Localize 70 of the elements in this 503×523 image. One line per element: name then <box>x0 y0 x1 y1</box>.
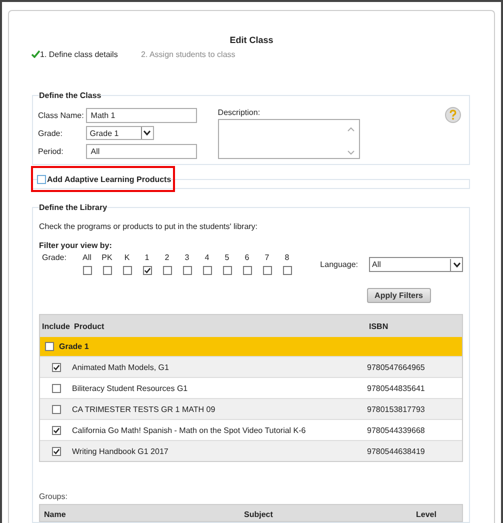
language-dropdown[interactable]: All <box>369 257 463 272</box>
apply-filters-button[interactable]: Apply Filters <box>366 288 431 303</box>
column-header: ISBN <box>368 322 390 330</box>
grade-label: All <box>82 253 92 262</box>
checkbox[interactable] <box>162 266 172 275</box>
table-cell-text: CA TRIMESTER TESTS GR 1 MATH 09 <box>72 404 216 414</box>
table-cell-text: Writing Handbook G1 2017 <box>72 446 170 456</box>
dialog-title: Edit Class <box>230 35 274 45</box>
wizard-step: 2. Assign students to class <box>141 50 236 58</box>
checkbox[interactable] <box>102 266 112 275</box>
checkbox[interactable] <box>45 342 54 351</box>
column-header: Level <box>416 510 438 521</box>
wizard-step: 1. Define class details <box>40 50 118 58</box>
table-cell-text: Biliteracy Student Resources G1 <box>72 384 189 392</box>
field-label: Groups: <box>39 492 68 501</box>
checkbox[interactable] <box>222 266 232 275</box>
grade-label: PK <box>102 253 112 262</box>
grade-label: 4 <box>204 253 210 262</box>
table-cell-text: 9780547664965 <box>367 362 426 372</box>
grade-label: 8 <box>284 253 290 262</box>
grade-dropdown[interactable]: Grade 1 <box>86 126 154 140</box>
field-label: Language: <box>320 260 358 269</box>
instruction-text: Check the programs or products to put in the students' library: <box>39 222 259 231</box>
checkbox[interactable] <box>52 446 60 456</box>
caret-icon <box>450 258 462 270</box>
checkbox[interactable] <box>202 266 212 275</box>
checkbox[interactable] <box>52 384 60 392</box>
caret-icon <box>140 127 153 140</box>
grade-label: 5 <box>224 253 230 262</box>
grade-label: 6 <box>244 253 250 262</box>
group-label: Grade 1 <box>59 342 89 351</box>
column-header: Subject <box>244 510 274 521</box>
table-cell-text: California Go Math! Spanish - Math on the Spot Video Tutorial K-6 <box>72 426 307 434</box>
checkbox[interactable] <box>52 362 60 372</box>
grade-label: 7 <box>264 253 270 262</box>
grade-label: 1 <box>144 253 150 262</box>
column-header: Name <box>44 510 67 521</box>
field-label: Grade: <box>41 253 68 262</box>
scrollbar-arrows-icon <box>346 126 355 156</box>
checkbox[interactable] <box>52 426 60 434</box>
checkbox[interactable] <box>262 266 272 275</box>
checkbox[interactable] <box>82 266 92 275</box>
checkbox[interactable] <box>282 266 292 275</box>
description-field[interactable] <box>218 119 360 159</box>
grade-label: K <box>124 253 130 262</box>
checkbox[interactable] <box>142 266 152 275</box>
column-header: Product <box>73 322 106 330</box>
section-title: Define the Library <box>39 203 108 212</box>
checkbox[interactable] <box>242 266 252 275</box>
field-label: Period: <box>38 146 64 156</box>
input-field[interactable]: Math 1 <box>86 108 197 124</box>
input-field[interactable]: All <box>86 144 197 159</box>
table-cell-text: 9780544835641 <box>367 384 426 392</box>
field-label: Class Name: <box>38 111 84 120</box>
grade-label: 3 <box>184 253 190 262</box>
table-cell-text: 9780544339668 <box>367 426 426 434</box>
filter-title: Filter your view by: <box>39 241 113 250</box>
section-title: Add Adaptive Learning Products <box>47 175 172 184</box>
grade-label: 2 <box>164 253 170 262</box>
table-cell-text: 9780544638419 <box>367 446 426 456</box>
checkbox[interactable] <box>122 266 132 275</box>
checkbox[interactable] <box>37 175 46 184</box>
table-cell-text: Animated Math Models, G1 <box>72 362 170 372</box>
column-header: Include <box>41 322 72 330</box>
field-label: Grade: <box>38 128 64 138</box>
table-cell-text: 9780153817793 <box>367 404 426 414</box>
checkbox[interactable] <box>182 266 192 275</box>
field-label: Description: <box>218 108 262 117</box>
checkbox[interactable] <box>52 404 60 414</box>
section-title: Define the Class <box>39 91 102 100</box>
